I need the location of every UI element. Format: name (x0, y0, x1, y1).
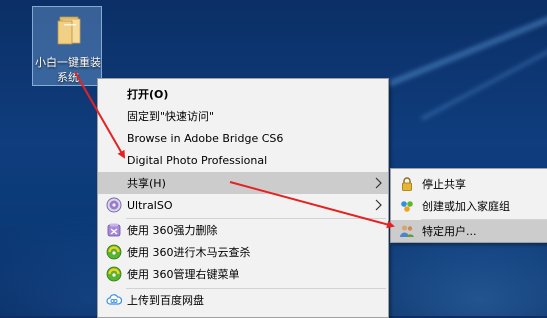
submenu-item-label: 停止共享 (422, 178, 466, 191)
360-scan-icon (106, 244, 122, 260)
360-delete-icon (107, 223, 121, 237)
menu-item-360-scan[interactable]: 使用 360进行木马云查杀 (98, 241, 388, 263)
users-icon (400, 225, 414, 237)
menu-item-label: 使用 360强力删除 (127, 224, 218, 237)
homegroup-icon (401, 201, 413, 212)
menu-item-360-menu[interactable]: 使用 360管理右键菜单 (98, 263, 388, 285)
360-menu-icon (106, 266, 122, 282)
menu-item-adobe-bridge[interactable]: Browse in Adobe Bridge CS6 (98, 127, 388, 149)
share-submenu: 停止共享 创建或加入家庭组 特定用户... (390, 168, 547, 243)
submenu-item-label: 特定用户... (422, 225, 477, 238)
menu-item-label: 固定到"快速访问" (127, 110, 215, 123)
menu-item-360-delete[interactable]: 使用 360强力删除 (98, 219, 388, 241)
lock-icon (402, 177, 412, 191)
baidu-cloud-icon (106, 294, 122, 305)
menu-item-label: 上传到百度网盘 (127, 294, 204, 307)
menu-item-label: Browse in Adobe Bridge CS6 (127, 131, 284, 145)
menu-item-label: Digital Photo Professional (127, 153, 268, 167)
folder-icon (57, 16, 81, 45)
desktop-icon-label: 小白一键重装系统 (35, 56, 101, 84)
menu-item-ultraiso[interactable]: UltraISO (98, 194, 388, 216)
menu-item-label: 使用 360进行木马云查杀 (127, 246, 251, 259)
wallpaper-beam (420, 23, 547, 121)
menu-item-pin-quick-access[interactable]: 固定到"快速访问" (98, 105, 388, 127)
context-menu: 打开(O) 固定到"快速访问" Browse in Adobe Bridge C… (97, 78, 389, 318)
wallpaper-beam (386, 0, 547, 87)
menu-item-share[interactable]: 共享(H) (98, 172, 388, 194)
menu-item-label: 打开(O) (127, 88, 169, 101)
submenu-arrow-icon (375, 199, 382, 211)
menu-item-label: 共享(H) (127, 177, 166, 190)
menu-item-baidu-upload[interactable]: 上传到百度网盘 (98, 289, 388, 311)
submenu-item-label: 创建或加入家庭组 (422, 200, 510, 213)
menu-item-label: 使用 360管理右键菜单 (127, 268, 240, 281)
menu-item-digital-photo-pro[interactable]: Digital Photo Professional (98, 149, 388, 171)
submenu-arrow-icon (375, 177, 382, 189)
menu-item-open[interactable]: 打开(O) (98, 83, 388, 105)
submenu-item-stop-sharing[interactable]: 停止共享 (391, 173, 547, 195)
submenu-item-specific-people[interactable]: 特定用户... (391, 220, 547, 242)
menu-item-label: UltraISO (127, 198, 173, 212)
submenu-item-homegroup[interactable]: 创建或加入家庭组 (391, 195, 547, 217)
desktop-icon-xiaobai[interactable]: 小白一键重装系统 (32, 6, 102, 86)
ultraiso-icon (106, 197, 122, 213)
